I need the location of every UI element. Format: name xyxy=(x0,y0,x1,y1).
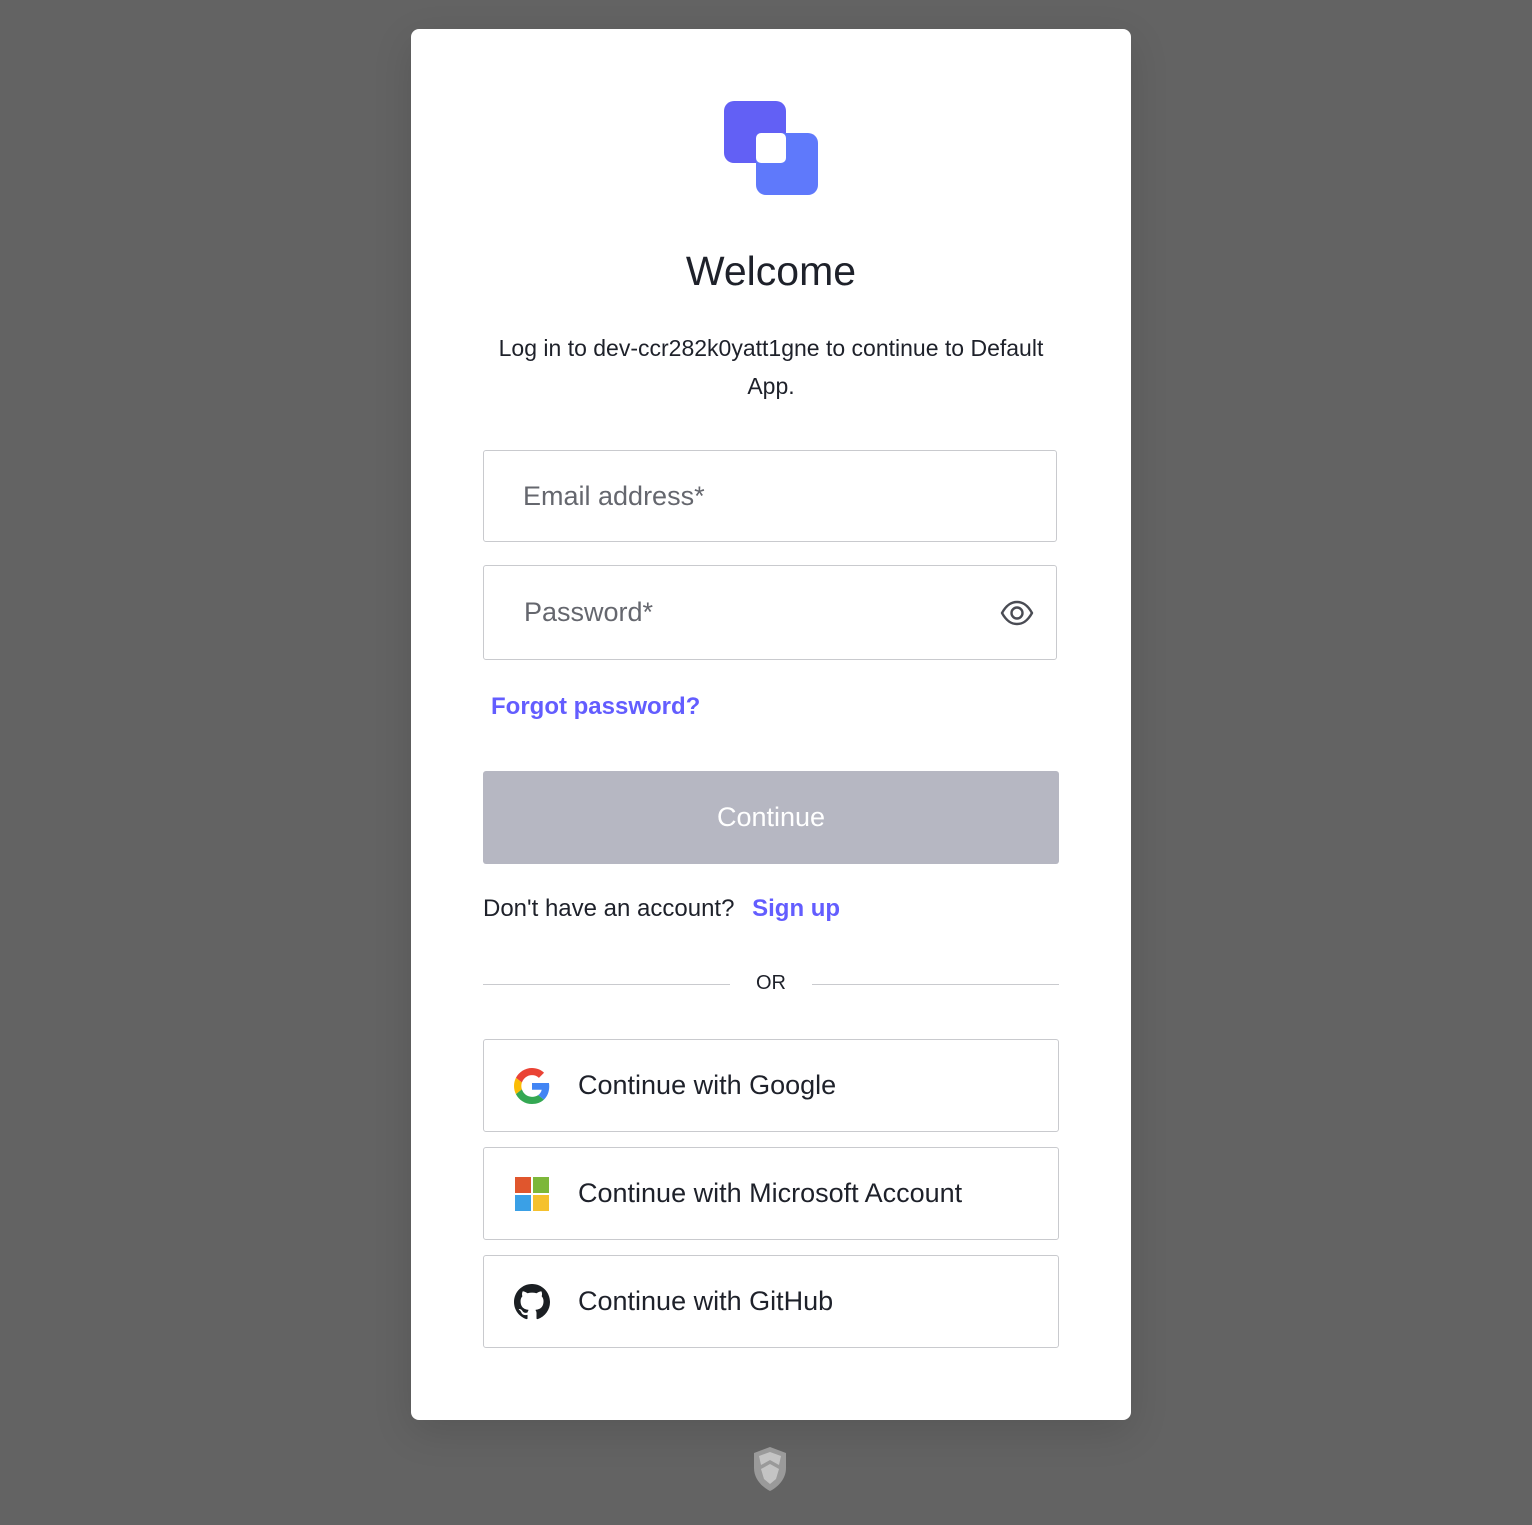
forgot-password-link[interactable]: Forgot password? xyxy=(491,693,700,721)
email-input[interactable] xyxy=(484,451,1056,541)
microsoft-icon xyxy=(515,1177,549,1211)
continue-with-github-button[interactable]: Continue with GitHub xyxy=(483,1255,1059,1348)
google-icon xyxy=(514,1068,550,1104)
login-subtitle: Log in to dev-ccr282k0yatt1gne to contin… xyxy=(498,335,1044,399)
divider-line-right xyxy=(812,984,1059,985)
signup-prompt: Don't have an account? xyxy=(483,895,735,922)
eye-icon[interactable] xyxy=(1000,597,1034,629)
email-field[interactable] xyxy=(483,450,1057,542)
github-icon xyxy=(514,1284,550,1320)
signup-row: Don't have an account? Sign up xyxy=(483,895,840,923)
app-logo-icon xyxy=(724,101,818,195)
login-card: Welcome Log in to dev-ccr282k0yatt1gne t… xyxy=(411,29,1131,1420)
page-title: Welcome xyxy=(685,248,857,294)
password-field[interactable] xyxy=(483,565,1057,660)
continue-button[interactable]: Continue xyxy=(483,771,1059,864)
google-label: Continue with Google xyxy=(578,1070,837,1100)
signup-link[interactable]: Sign up xyxy=(752,895,840,922)
or-divider: OR xyxy=(483,970,1059,1000)
continue-with-google-button[interactable]: Continue with Google xyxy=(483,1039,1059,1132)
shield-badge-icon xyxy=(754,1447,786,1491)
microsoft-label: Continue with Microsoft Account xyxy=(578,1178,963,1208)
continue-with-microsoft-button[interactable]: Continue with Microsoft Account xyxy=(483,1147,1059,1240)
github-label: Continue with GitHub xyxy=(578,1286,834,1316)
password-input[interactable] xyxy=(484,566,1056,659)
